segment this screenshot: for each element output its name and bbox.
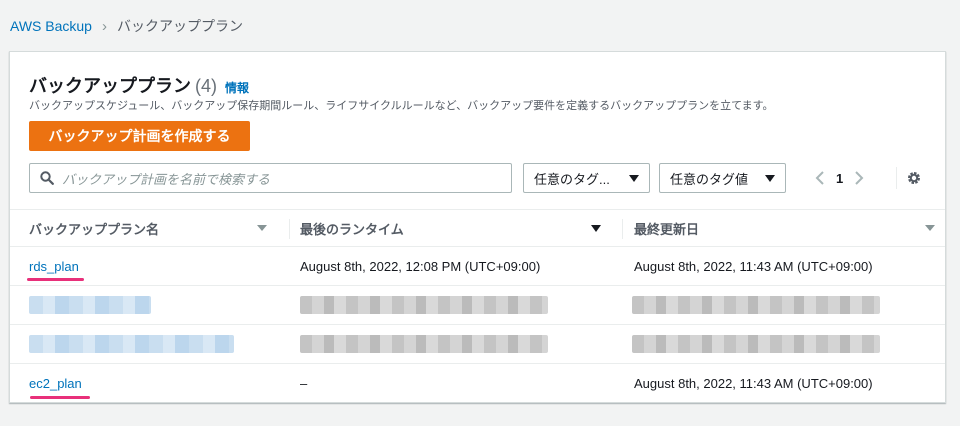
highlight-underline xyxy=(27,278,84,281)
table-header: バックアッププラン名 最後のランタイム 最終更新日 xyxy=(10,209,945,247)
last-run-cell: August 8th, 2022, 12:08 PM (UTC+09:00) xyxy=(300,258,541,274)
page-number[interactable]: 1 xyxy=(836,171,843,186)
redacted-updated xyxy=(632,296,880,314)
column-header-updated-label: 最終更新日 xyxy=(634,222,700,237)
column-header-name-label: バックアッププラン名 xyxy=(29,222,160,237)
updated-cell: August 8th, 2022, 11:43 AM (UTC+09:00) xyxy=(634,375,873,391)
tag-value-select[interactable]: 任意のタグ値 xyxy=(659,163,786,193)
sort-caret-icon[interactable] xyxy=(591,225,601,232)
sort-caret-icon[interactable] xyxy=(925,225,935,231)
page-title: バックアッププラン (4) 情報 xyxy=(29,72,249,98)
panel-description: バックアップスケジュール、バックアップ保存期間ルール、ライフサイクルルールなど、… xyxy=(29,100,774,112)
breadcrumb-current: バックアッププラン xyxy=(116,18,243,34)
info-link[interactable]: 情報 xyxy=(225,79,249,96)
last-run-cell: – xyxy=(300,375,308,391)
redacted-last-run xyxy=(300,296,548,314)
redacted-plan-name[interactable] xyxy=(29,296,151,314)
tag-key-select-value: 任意のタグ... xyxy=(534,171,610,187)
caret-down-icon xyxy=(765,174,775,182)
redacted-plan-name[interactable] xyxy=(29,335,234,353)
column-divider xyxy=(289,219,290,239)
panel-title: バックアッププラン xyxy=(29,76,191,96)
table-row xyxy=(10,325,945,364)
column-header-name[interactable]: バックアッププラン名 xyxy=(29,210,269,247)
pagination: 1 xyxy=(814,163,865,193)
chevron-right-icon: › xyxy=(101,17,107,35)
column-divider xyxy=(622,219,623,239)
table-row: rds_plan August 8th, 2022, 12:08 PM (UTC… xyxy=(10,247,945,286)
tag-value-select-value: 任意のタグ値 xyxy=(670,171,749,187)
column-header-last-run-label: 最後のランタイム xyxy=(300,222,404,237)
gear-icon[interactable] xyxy=(906,170,922,186)
plan-count: (4) xyxy=(195,76,217,96)
toolbar-divider xyxy=(896,167,897,189)
table-row xyxy=(10,286,945,325)
chevron-right-icon[interactable] xyxy=(853,170,865,186)
backup-plans-panel: バックアッププラン (4) 情報 バックアップスケジュール、バックアップ保存期間… xyxy=(9,51,946,403)
table-row: ec2_plan – August 8th, 2022, 11:43 AM (U… xyxy=(10,364,945,403)
highlight-underline xyxy=(30,396,90,399)
create-backup-plan-button[interactable]: バックアップ計画を作成する xyxy=(29,121,250,151)
search-placeholder: バックアップ計画を名前で検索する xyxy=(62,171,271,187)
search-icon xyxy=(40,171,54,185)
tag-key-select[interactable]: 任意のタグ... xyxy=(523,163,650,193)
sort-caret-icon[interactable] xyxy=(257,225,267,231)
breadcrumb: AWS Backup › バックアッププラン xyxy=(10,16,243,36)
backup-plans-table: バックアッププラン名 最後のランタイム 最終更新日 rds_plan Augus… xyxy=(10,209,945,403)
updated-cell: August 8th, 2022, 11:43 AM (UTC+09:00) xyxy=(634,258,873,274)
redacted-updated xyxy=(632,335,880,353)
column-header-updated[interactable]: 最終更新日 xyxy=(634,210,934,247)
search-input[interactable]: バックアップ計画を名前で検索する xyxy=(29,163,512,193)
chevron-left-icon[interactable] xyxy=(814,170,826,186)
breadcrumb-aws-backup[interactable]: AWS Backup xyxy=(10,18,92,34)
caret-down-icon xyxy=(629,174,639,182)
redacted-last-run xyxy=(300,335,548,353)
column-header-last-run[interactable]: 最後のランタイム xyxy=(300,210,600,247)
